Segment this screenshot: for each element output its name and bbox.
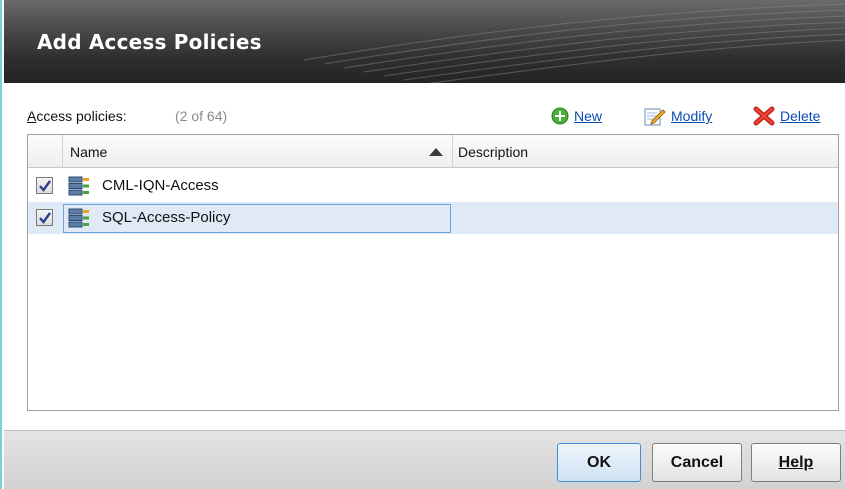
access-policies-label-text: ccess policies: — [36, 108, 127, 124]
help-button[interactable]: Help — [751, 443, 841, 482]
edit-pencil-icon — [644, 108, 666, 126]
table-row[interactable]: CML-IQN-Access — [28, 170, 838, 202]
grid-header: Name Description — [28, 135, 838, 168]
sort-ascending-icon — [429, 148, 443, 156]
policies-grid[interactable]: Name Description CML-IQN-Access SQL-Acce… — [27, 134, 839, 411]
new-label: New — [574, 108, 603, 124]
description-column-label: Description — [458, 144, 529, 160]
modify-button[interactable]: Modify — [644, 105, 712, 127]
policy-name: SQL-Access-Policy — [102, 209, 231, 226]
name-column-label: Name — [70, 144, 108, 160]
checkmark-icon — [39, 180, 51, 192]
delete-x-icon — [753, 106, 775, 126]
description-column-header[interactable]: Description — [453, 135, 838, 168]
access-policies-label: Access policies: — [27, 108, 127, 124]
button-bar: OK Cancel Help — [4, 430, 845, 489]
cancel-button[interactable]: Cancel — [652, 443, 742, 482]
access-policy-icon — [68, 208, 89, 228]
policies-count: (2 of 64) — [175, 108, 228, 124]
delete-label: Delete — [780, 108, 821, 124]
access-policies-mnemonic: A — [27, 108, 37, 124]
add-access-policies-dialog: Add Access Policies Access policies: (2 … — [0, 0, 845, 489]
select-column-header — [28, 135, 63, 168]
row-checkbox[interactable] — [36, 177, 53, 194]
delete-button[interactable]: Delete — [753, 105, 820, 127]
table-row[interactable]: SQL-Access-Policy — [28, 202, 838, 234]
new-button[interactable]: New — [551, 105, 602, 127]
row-checkbox[interactable] — [36, 209, 53, 226]
checkmark-icon — [39, 212, 51, 224]
name-column-header[interactable]: Name — [63, 135, 453, 168]
policies-toolbar: Access policies: (2 of 64) New Modify De… — [27, 105, 842, 127]
ok-button[interactable]: OK — [557, 443, 641, 482]
modify-label: Modify — [671, 108, 713, 124]
help-label: Help — [778, 453, 814, 471]
access-policy-icon — [68, 176, 89, 196]
dialog-title: Add Access Policies — [37, 30, 262, 54]
policy-name: CML-IQN-Access — [102, 177, 219, 194]
plus-circle-icon — [551, 107, 569, 125]
title-bar[interactable]: Add Access Policies — [4, 0, 845, 83]
